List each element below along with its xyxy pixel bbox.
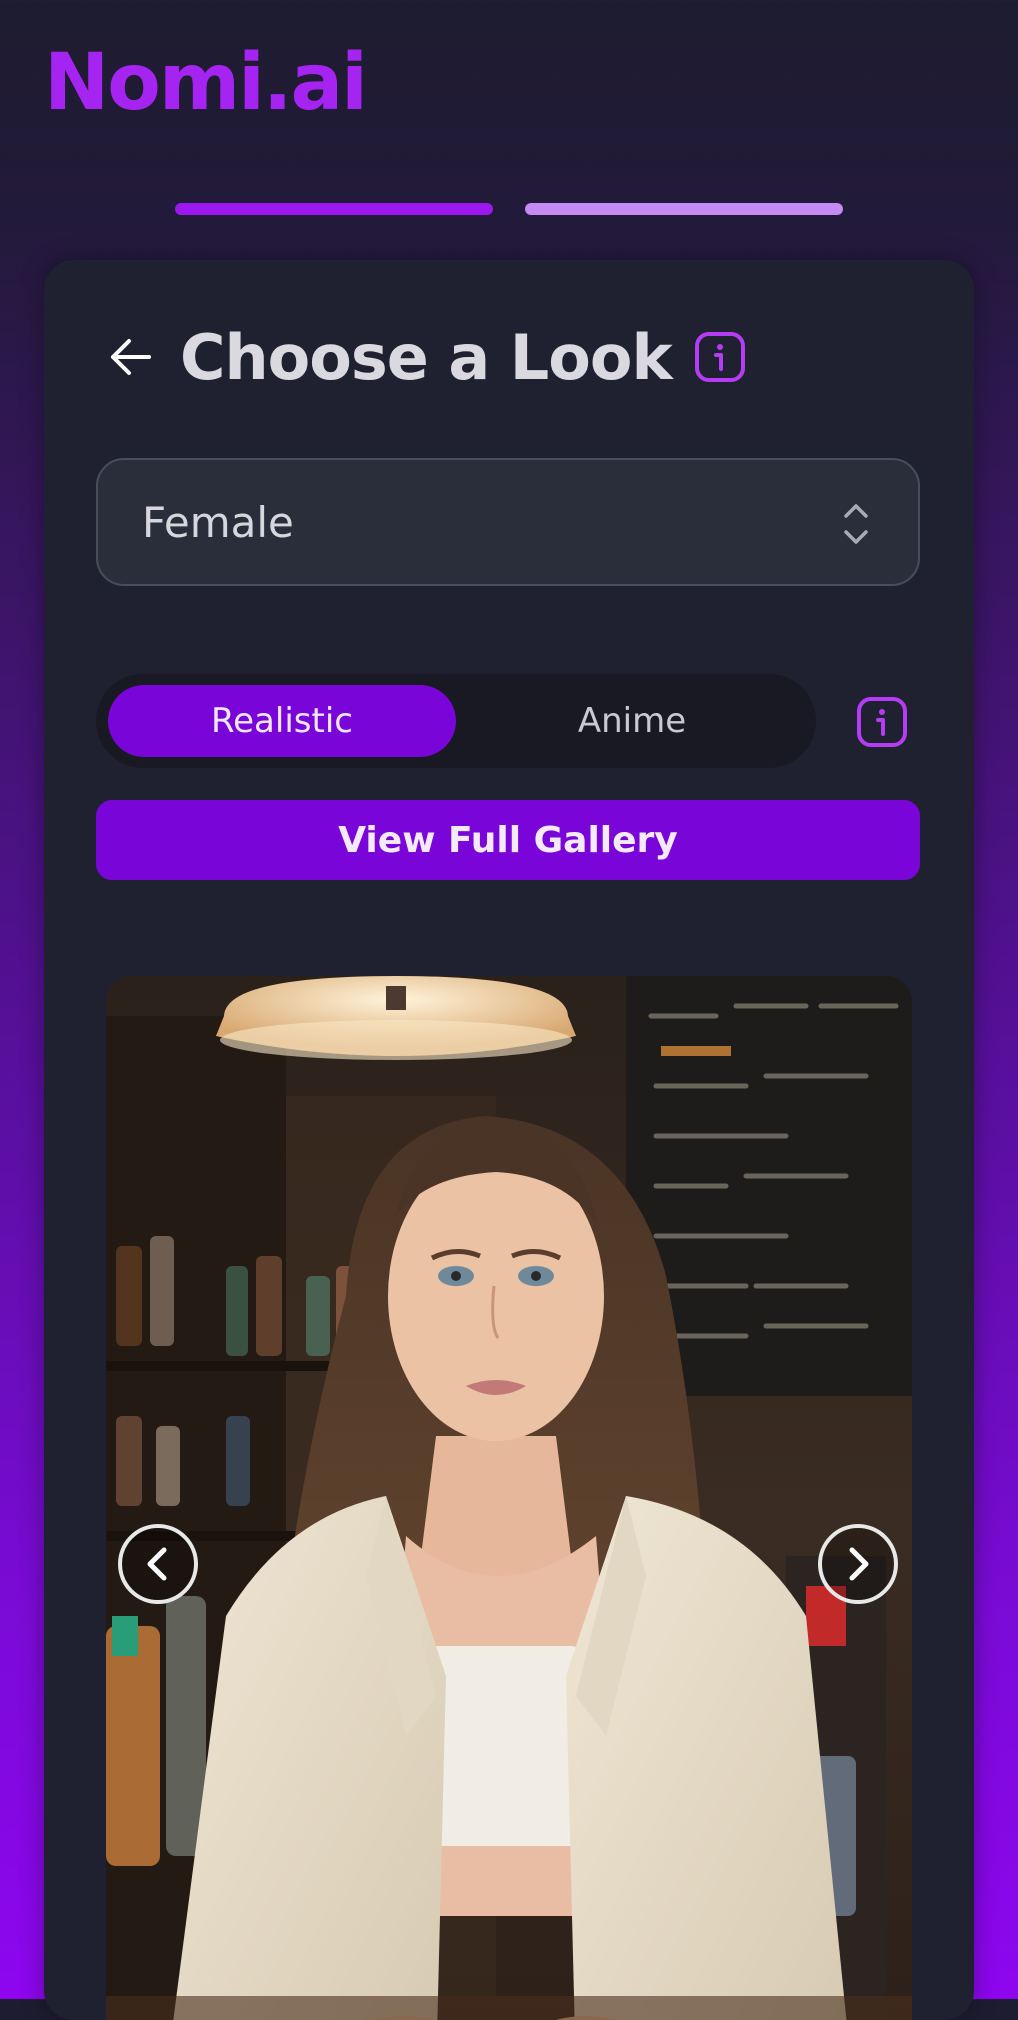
card-header: Choose a Look	[104, 312, 746, 402]
back-button[interactable]	[104, 331, 156, 383]
gender-select[interactable]: Female	[96, 458, 920, 586]
brand-logo: Nomi.ai	[44, 38, 368, 128]
toggle-realistic[interactable]: Realistic	[108, 685, 456, 757]
info-icon[interactable]	[694, 331, 746, 383]
view-full-gallery-button[interactable]: View Full Gallery	[96, 800, 920, 880]
choose-look-card: Choose a Look Female Realistic Anime Vie…	[44, 260, 974, 2020]
portrait-photo	[106, 976, 912, 2020]
step-progress-1	[175, 203, 493, 215]
arrow-left-icon	[111, 339, 151, 375]
info-icon[interactable]	[856, 696, 908, 748]
chevron-right-icon[interactable]	[816, 1522, 900, 1606]
page-title: Choose a Look	[180, 320, 673, 394]
chevron-left-icon[interactable]	[116, 1522, 200, 1606]
step-progress-2	[525, 203, 843, 215]
style-toggle: Realistic Anime	[96, 674, 816, 768]
toggle-anime[interactable]: Anime	[458, 685, 806, 757]
chevron-up-down-icon	[844, 504, 868, 544]
look-photo[interactable]	[106, 976, 912, 2020]
gender-select-value: Female	[142, 497, 294, 547]
